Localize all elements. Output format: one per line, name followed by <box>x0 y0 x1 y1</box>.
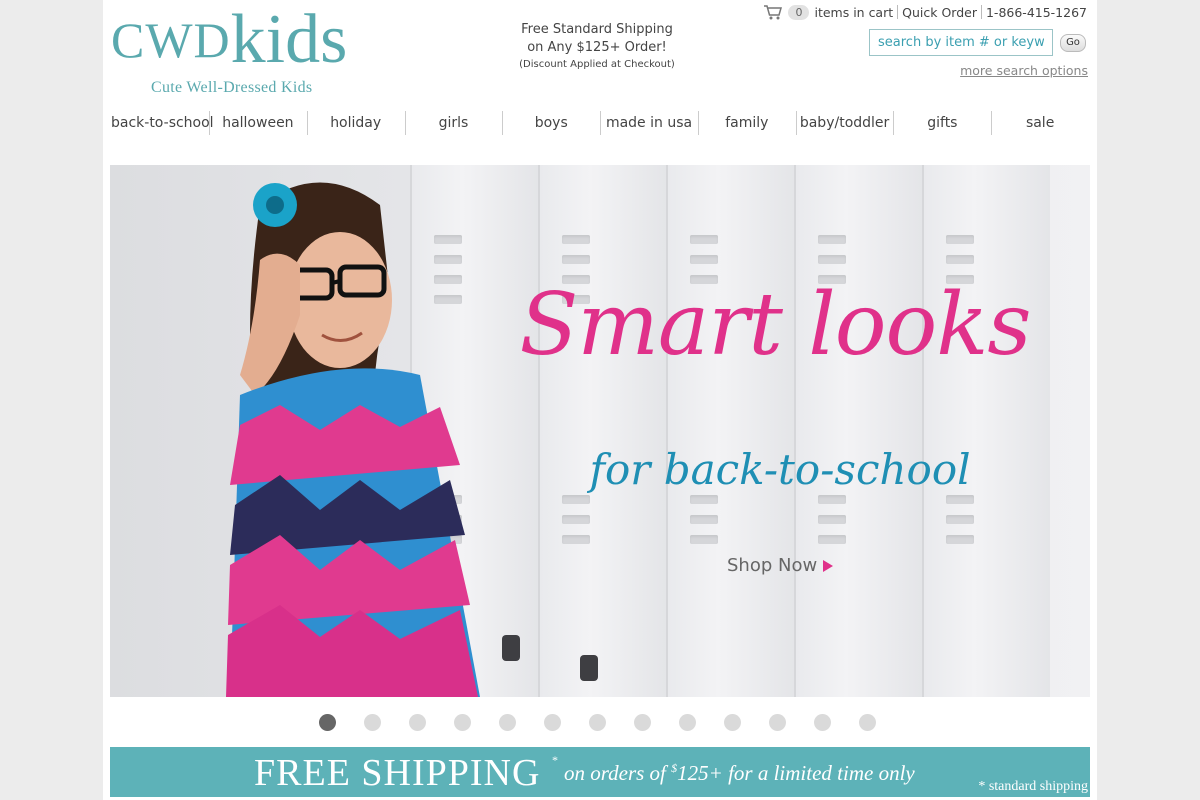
play-arrow-icon <box>823 559 834 572</box>
quick-order-link[interactable]: Quick Order <box>902 5 977 20</box>
nav-item-baby-toddler[interactable]: baby/toddler <box>795 110 894 136</box>
free-shipping-heading: FREE SHIPPING <box>254 752 541 794</box>
cart-link[interactable]: items in cart <box>814 5 893 20</box>
nav-item-gifts[interactable]: gifts <box>893 110 991 136</box>
utility-bar: 0 items in cart Quick Order 1-866-415-12… <box>763 3 1087 21</box>
nav-item-family[interactable]: family <box>697 110 796 136</box>
carousel-dot[interactable] <box>814 714 831 731</box>
hero-subhead: for back-to-school <box>589 445 971 494</box>
carousel-dot[interactable] <box>634 714 651 731</box>
phone-number: 1-866-415-1267 <box>985 4 1087 20</box>
girl-model-image <box>226 182 480 697</box>
carousel-dot[interactable] <box>679 714 696 731</box>
carousel-dot[interactable] <box>724 714 741 731</box>
free-shipping-asterisk: * <box>552 753 558 767</box>
carousel-dot[interactable] <box>364 714 381 731</box>
hero-headline: Smart looks <box>519 275 1031 375</box>
lockers-background <box>410 165 1090 697</box>
shop-now-label: Shop Now <box>727 555 818 576</box>
divider <box>980 5 982 19</box>
logo-wordmark: CWDkids <box>111 4 347 76</box>
logo[interactable]: CWDkids Cute Well-Dressed Kids <box>111 4 381 100</box>
more-search-options-link[interactable]: more search options <box>960 63 1088 78</box>
nav-item-holiday[interactable]: holiday <box>306 110 405 136</box>
cart-count-badge[interactable]: 0 <box>788 4 810 20</box>
promo-line-3: (Discount Applied at Checkout) <box>519 59 675 70</box>
nav-item-halloween[interactable]: halloween <box>209 110 307 136</box>
logo-tagline: Cute Well-Dressed Kids <box>151 79 313 96</box>
carousel-dot[interactable] <box>859 714 876 731</box>
locker <box>538 165 666 697</box>
nav-item-girls[interactable]: girls <box>404 110 503 136</box>
nav-item-made-in-usa[interactable]: made in usa <box>600 110 698 136</box>
standard-shipping-note: * standard shipping <box>978 779 1088 794</box>
free-shipping-banner[interactable]: FREE SHIPPING * on orders of $125+ for a… <box>110 747 1090 797</box>
search-input[interactable] <box>869 29 1053 56</box>
hero-banner[interactable]: Smart looks for back-to-school Shop Now <box>110 165 1090 697</box>
nav-item-boys[interactable]: boys <box>502 110 600 136</box>
promo-line-2: on Any $125+ Order! <box>527 40 667 55</box>
carousel-dots <box>319 714 904 731</box>
carousel-dot[interactable] <box>499 714 516 731</box>
carousel-dot[interactable] <box>319 714 336 731</box>
page: CWDkids Cute Well-Dressed Kids Free Stan… <box>103 0 1097 800</box>
locker <box>922 165 1050 697</box>
carousel-dot[interactable] <box>769 714 786 731</box>
locker <box>666 165 794 697</box>
locker <box>794 165 922 697</box>
promo-line-1: Free Standard Shipping <box>521 22 673 37</box>
carousel-dot[interactable] <box>454 714 471 731</box>
carousel-dot[interactable] <box>544 714 561 731</box>
free-shipping-terms: on orders of $125+ for a limited time on… <box>564 761 915 785</box>
logo-cwd-text: CWD <box>111 12 231 68</box>
divider <box>897 5 899 19</box>
logo-kids-text: kids <box>230 1 348 78</box>
carousel-dot[interactable] <box>409 714 426 731</box>
shipping-promo: Free Standard Shipping on Any $125+ Orde… <box>495 21 699 73</box>
cart-icon[interactable] <box>763 4 783 20</box>
nav-item-sale[interactable]: sale <box>991 110 1089 136</box>
carousel-dot[interactable] <box>589 714 606 731</box>
search-go-button[interactable]: Go <box>1060 34 1086 52</box>
nav-item-back-to-school[interactable]: back-to-school <box>111 110 214 136</box>
shop-now-link[interactable]: Shop Now <box>727 555 834 576</box>
main-nav: back-to-school halloween holiday girls b… <box>111 110 1089 136</box>
